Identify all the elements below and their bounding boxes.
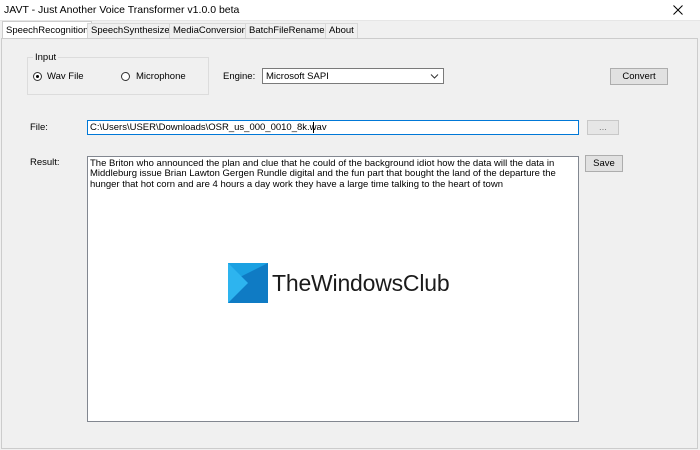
engine-label: Engine: [223, 71, 256, 82]
tab-speech-synthesizer[interactable]: SpeechSynthesizer [87, 23, 177, 38]
tab-batch-file-renamer[interactable]: BatchFileRenamer [245, 23, 332, 38]
file-path-input[interactable]: C:\Users\USER\Downloads\OSR_us_000_0010_… [87, 120, 579, 135]
convert-button[interactable]: Convert [610, 68, 668, 85]
result-label: Result: [30, 157, 60, 168]
save-button[interactable]: Save [585, 155, 623, 172]
browse-button[interactable]: ... [587, 120, 619, 135]
watermark-text: TheWindowsClub [272, 270, 450, 296]
windows-club-logo-icon [228, 263, 268, 303]
file-path-value: C:\Users\USER\Downloads\OSR_us_000_0010_… [90, 122, 327, 133]
chevron-down-icon [430, 74, 439, 79]
input-group-legend: Input [33, 52, 59, 63]
tab-speech-recognition[interactable]: SpeechRecognition [2, 21, 93, 39]
microphone-radio[interactable] [121, 72, 130, 81]
close-button[interactable] [655, 0, 700, 20]
microphone-label: Microphone [136, 71, 186, 82]
title-bar: JAVT - Just Another Voice Transformer v1… [0, 0, 700, 21]
engine-selected-value: Microsoft SAPI [266, 71, 329, 82]
wav-file-radio[interactable] [33, 72, 42, 81]
text-caret [313, 122, 314, 133]
tab-about[interactable]: About [325, 23, 358, 38]
file-label: File: [30, 122, 48, 133]
result-text: The Briton who announced the plan and cl… [90, 158, 556, 190]
window-title: JAVT - Just Another Voice Transformer v1… [4, 4, 240, 16]
engine-select[interactable]: Microsoft SAPI [262, 68, 444, 84]
wav-file-label: Wav File [47, 71, 84, 82]
tab-media-conversion[interactable]: MediaConversion [169, 23, 251, 38]
close-icon [672, 5, 683, 15]
